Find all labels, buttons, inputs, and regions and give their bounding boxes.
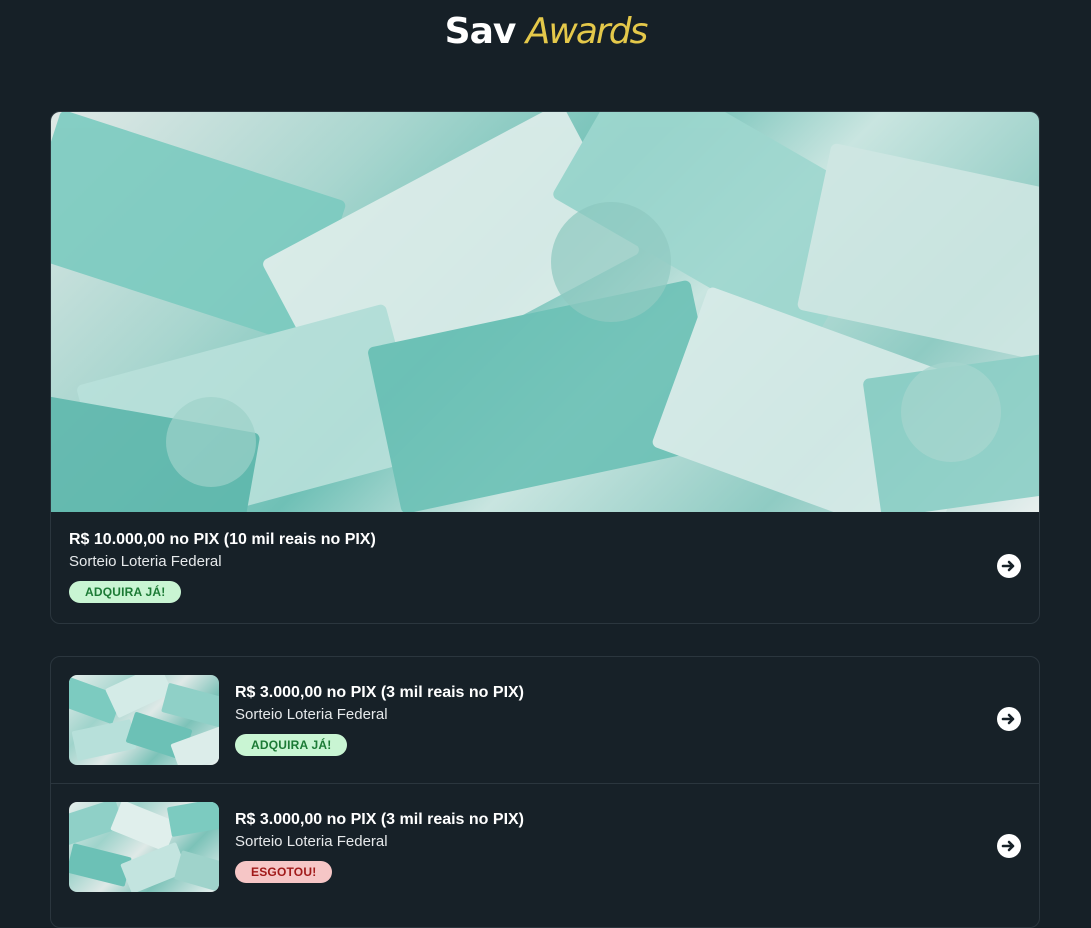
raffle-thumbnail bbox=[69, 802, 219, 892]
raffle-title: R$ 3.000,00 no PIX (3 mil reais no PIX) bbox=[235, 811, 525, 828]
arrow-right-circle-icon[interactable] bbox=[997, 554, 1021, 578]
list-item[interactable]: R$ 3.000,00 no PIX (3 mil reais no PIX) … bbox=[51, 657, 1039, 783]
status-badge: ADQUIRA JÁ! bbox=[69, 581, 182, 603]
raffle-list: R$ 3.000,00 no PIX (3 mil reais no PIX) … bbox=[50, 656, 1040, 928]
list-item[interactable]: R$ 3.000,00 no PIX (3 mil reais no PIX) … bbox=[51, 783, 1039, 910]
raffle-subtitle: Sorteio Loteria Federal bbox=[235, 833, 388, 850]
featured-raffle-image bbox=[51, 112, 1039, 512]
raffle-title: R$ 3.000,00 no PIX (3 mil reais no PIX) bbox=[235, 684, 525, 701]
featured-raffle-subtitle: Sorteio Loteria Federal bbox=[69, 553, 222, 570]
logo-brand: Sav bbox=[444, 11, 517, 52]
arrow-right-circle-icon[interactable] bbox=[997, 834, 1021, 858]
arrow-right-circle-icon[interactable] bbox=[997, 707, 1021, 731]
status-badge: ESGOTOU! bbox=[235, 861, 333, 883]
featured-raffle-card[interactable]: R$ 10.000,00 no PIX (10 mil reais no PIX… bbox=[50, 111, 1040, 624]
raffle-thumbnail bbox=[69, 675, 219, 765]
logo-sub: Awards bbox=[525, 11, 649, 52]
status-badge: ADQUIRA JÁ! bbox=[235, 734, 348, 756]
featured-raffle-title: R$ 10.000,00 no PIX (10 mil reais no PIX… bbox=[69, 531, 376, 548]
raffle-info: R$ 3.000,00 no PIX (3 mil reais no PIX) … bbox=[235, 810, 524, 883]
featured-raffle-info: R$ 10.000,00 no PIX (10 mil reais no PIX… bbox=[69, 530, 376, 603]
raffle-subtitle: Sorteio Loteria Federal bbox=[235, 706, 388, 723]
site-logo[interactable]: Sav Awards bbox=[0, 10, 1091, 54]
raffle-info: R$ 3.000,00 no PIX (3 mil reais no PIX) … bbox=[235, 683, 524, 756]
